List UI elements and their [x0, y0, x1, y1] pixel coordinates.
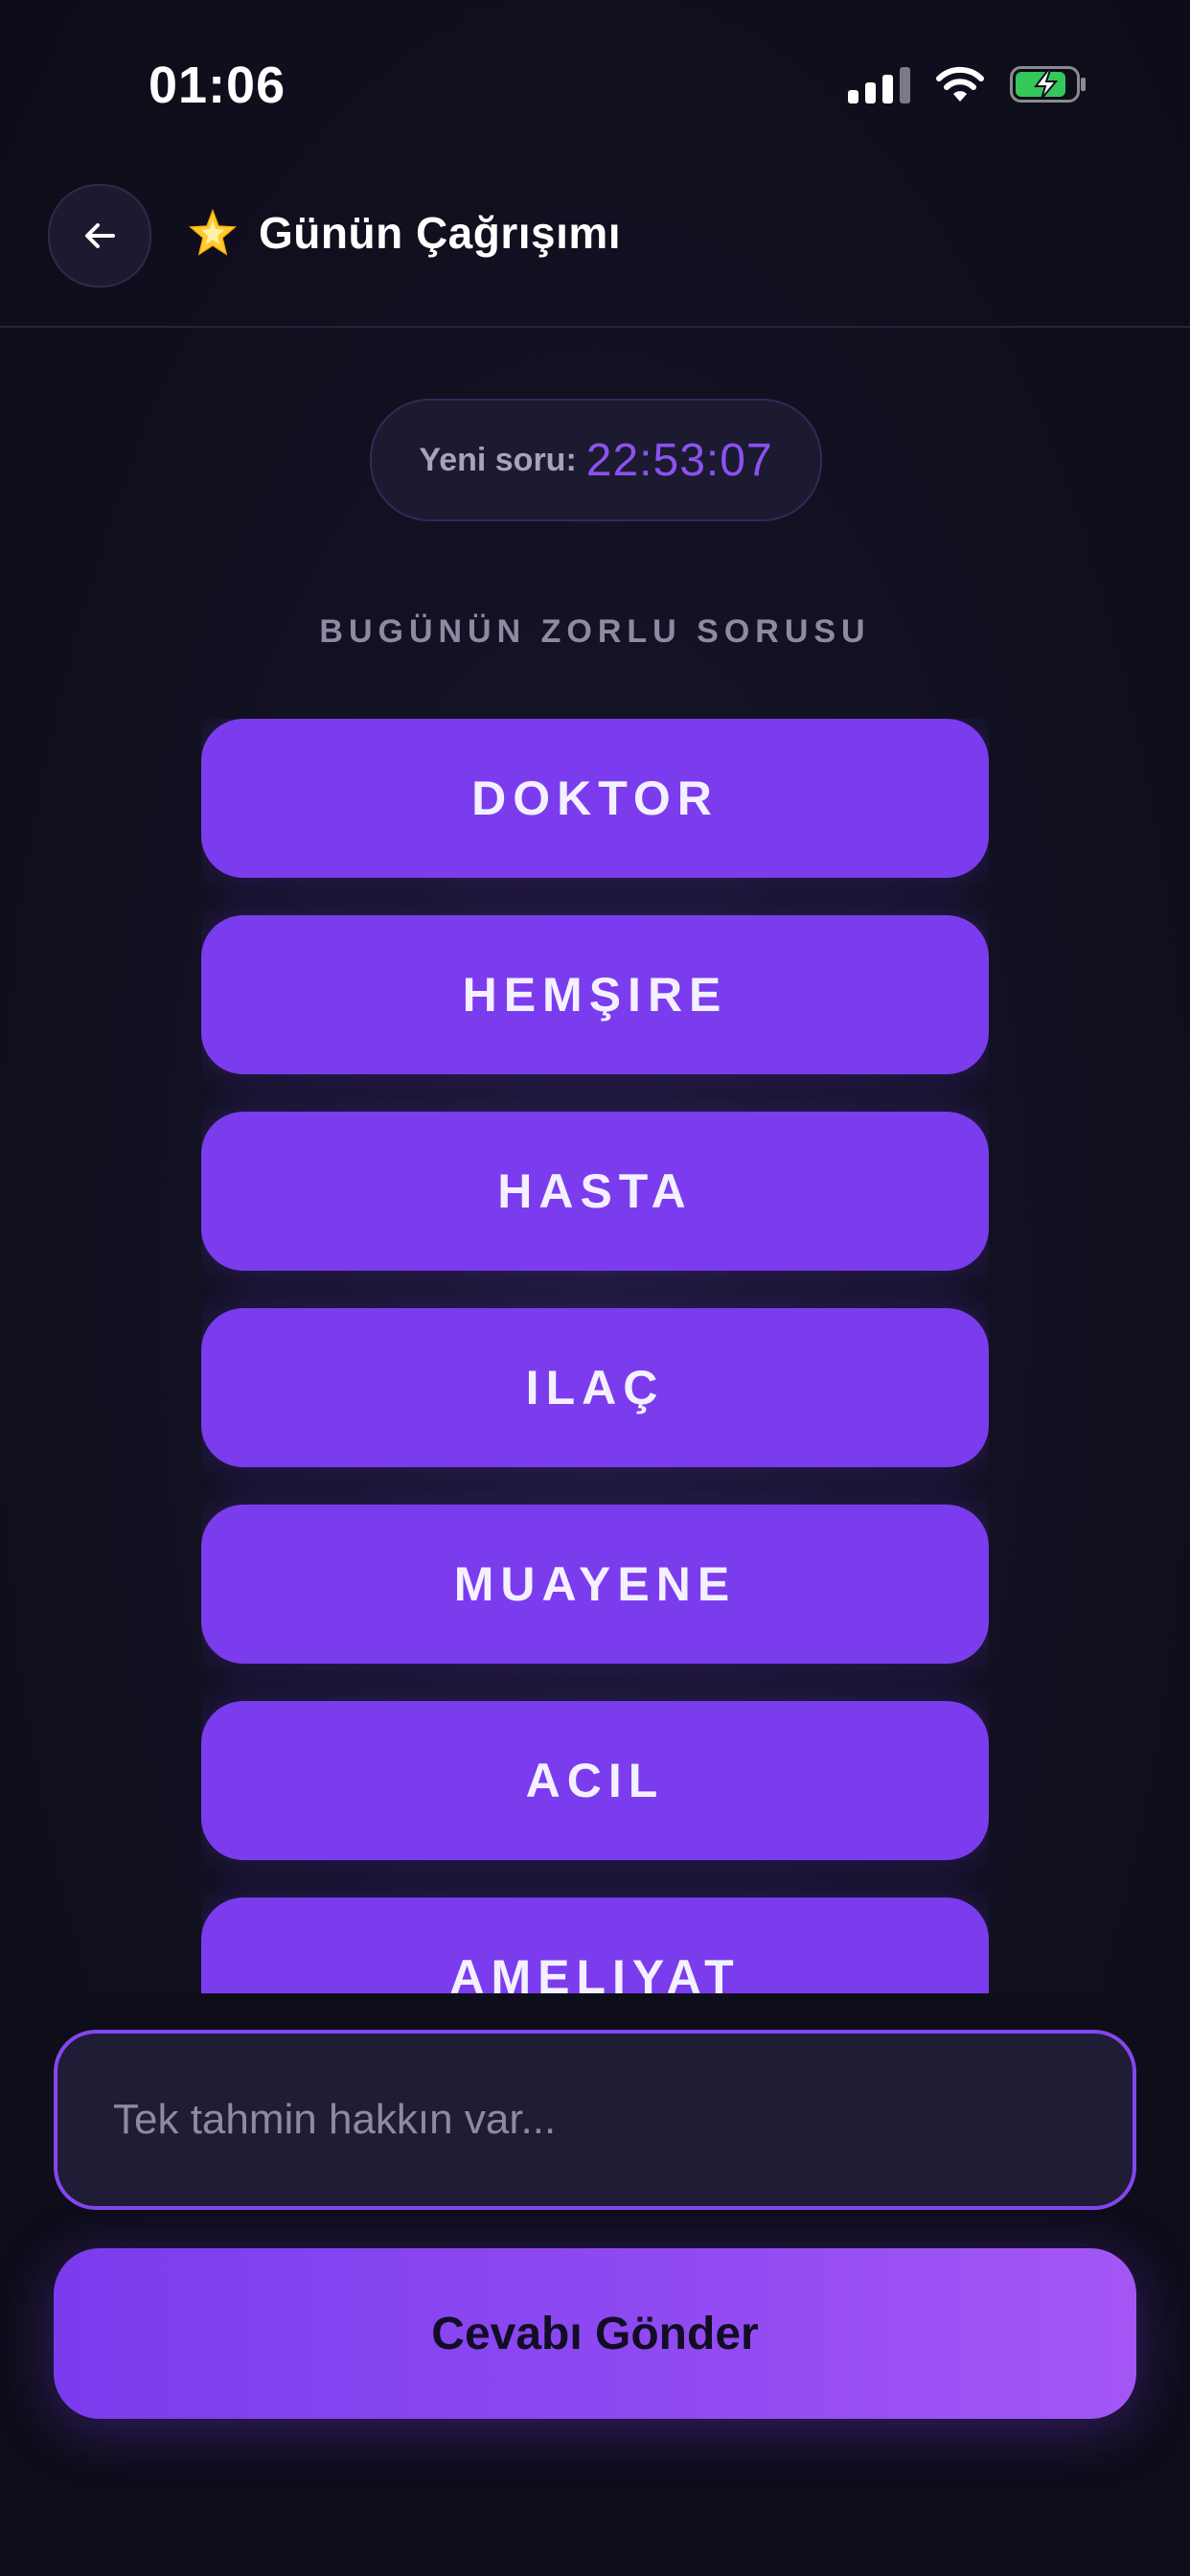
word-card: AMELIYAT	[201, 1898, 989, 1993]
back-button[interactable]	[48, 184, 151, 288]
signal-icon	[848, 65, 910, 104]
word-label: MUAYENE	[453, 1557, 737, 1611]
status-time: 01:06	[149, 57, 286, 114]
submit-label: Cevabı Gönder	[431, 2308, 759, 2359]
word-card: ACIL	[201, 1701, 989, 1860]
word-card: HASTA	[201, 1112, 989, 1271]
wifi-icon	[936, 66, 984, 102]
section-heading: BUGÜNÜN ZORLU SORUSU	[319, 613, 871, 650]
word-label: ACIL	[525, 1754, 665, 1807]
battery-charging-icon	[1010, 66, 1086, 103]
word-card: DOKTOR	[201, 719, 989, 878]
status-icons	[848, 65, 1087, 104]
countdown-value: 22:53:07	[585, 434, 773, 486]
word-label: ILAÇ	[525, 1361, 665, 1414]
arrow-left-icon	[85, 223, 115, 248]
word-label: HEMŞIRE	[462, 968, 728, 1022]
header-title-group: Günün Çağrışımı	[188, 207, 621, 259]
header: Günün Çağrışımı	[0, 172, 1190, 328]
word-card: ILAÇ	[201, 1308, 989, 1467]
word-label: AMELIYAT	[449, 1950, 741, 1993]
countdown-label: Yeni soru:	[419, 441, 577, 478]
word-card: MUAYENE	[201, 1505, 989, 1664]
word-label: DOKTOR	[471, 771, 719, 825]
answer-input[interactable]	[54, 2030, 1136, 2210]
star-icon	[189, 208, 237, 256]
page-title: Günün Çağrışımı	[259, 208, 622, 258]
countdown-pill: Yeni soru: 22:53:07	[370, 399, 822, 521]
word-label: HASTA	[497, 1164, 693, 1218]
word-card: HEMŞIRE	[201, 915, 989, 1074]
status-bar: 01:06	[0, 0, 1190, 172]
daily-association-screen: 01:06 Günün Çağrışımı Yeni soru: 22:53:0…	[0, 0, 1190, 2576]
submit-answer-button[interactable]: Cevabı Gönder	[54, 2248, 1136, 2419]
word-list: DOKTOR HEMŞIRE HASTA ILAÇ MUAYENE ACIL A…	[201, 719, 989, 1993]
